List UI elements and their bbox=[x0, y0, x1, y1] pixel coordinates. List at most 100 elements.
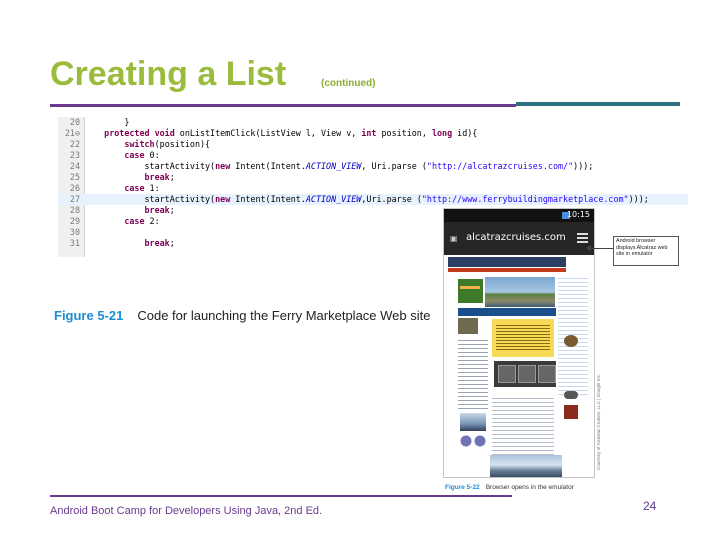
code-token: startActivity( bbox=[84, 161, 216, 171]
code-line: 27 startActivity(new Intent(Intent.ACTIO… bbox=[58, 194, 688, 205]
code-token: ; bbox=[169, 205, 175, 215]
promo-panel-title bbox=[460, 286, 480, 289]
code-token: new bbox=[215, 194, 231, 204]
ferry-photo bbox=[460, 413, 486, 431]
callout-line bbox=[590, 248, 613, 249]
code-token: ))); bbox=[628, 194, 649, 204]
island-photo bbox=[485, 277, 555, 307]
text-column bbox=[458, 337, 488, 411]
code-line: 25 break; bbox=[58, 172, 688, 183]
footer-rule bbox=[50, 495, 512, 497]
code-token: startActivity( bbox=[84, 194, 216, 204]
site-header bbox=[448, 257, 566, 267]
code-line: 26 case 1: bbox=[58, 183, 688, 194]
code-token: break bbox=[144, 205, 170, 215]
code-token: "http://alcatrazcruises.com/" bbox=[426, 161, 574, 171]
menu-icon[interactable] bbox=[577, 233, 588, 244]
title-rule-teal bbox=[516, 102, 680, 106]
video-thumb bbox=[498, 365, 516, 383]
notice-text bbox=[496, 323, 550, 351]
code-token: break bbox=[144, 238, 170, 248]
line-number: 29 bbox=[69, 216, 80, 226]
status-time: 10:15 bbox=[566, 210, 590, 219]
code-line: 22 switch(position){ bbox=[58, 139, 688, 150]
code-token: case bbox=[124, 150, 145, 160]
code-token: case bbox=[124, 216, 145, 226]
code-token: onListItemClick(ListView l, View v, bbox=[174, 128, 362, 138]
code-token: 0: bbox=[144, 150, 160, 160]
code-token: id){ bbox=[452, 128, 478, 138]
code-token: ACTION_VIEW bbox=[305, 194, 362, 204]
figure-number: Figure 5-21 bbox=[54, 308, 124, 323]
slide-title: Creating a List bbox=[50, 55, 287, 93]
promo-panel bbox=[458, 279, 483, 303]
line-number: 25 bbox=[69, 172, 80, 182]
code-token: } bbox=[84, 117, 130, 127]
slide-subtitle: (continued) bbox=[321, 78, 376, 89]
figure-number: Figure 5-22 bbox=[445, 484, 480, 491]
callout-box: Android browser displays Alcatraz web si… bbox=[613, 236, 679, 266]
line-number: 22 bbox=[69, 139, 80, 149]
page-number: 24 bbox=[643, 499, 657, 513]
park-logo bbox=[564, 335, 578, 347]
code-line: 20 } bbox=[58, 117, 688, 128]
code-token: ))); bbox=[573, 161, 594, 171]
line-number: 23 bbox=[69, 150, 80, 160]
code-token: ; bbox=[169, 238, 175, 248]
code-token: ,Uri.parse ( bbox=[361, 194, 422, 204]
badge-logo bbox=[564, 405, 578, 419]
title-rule-purple bbox=[50, 104, 516, 107]
web-page-content bbox=[444, 255, 594, 477]
line-number: 27 bbox=[69, 194, 80, 204]
code-token: break bbox=[144, 172, 170, 182]
code-token: (position){ bbox=[154, 139, 211, 149]
nav-band bbox=[458, 308, 556, 316]
browser-url-bar[interactable]: ▣ alcatrazcruises.com bbox=[444, 222, 594, 255]
figure-text: Code for launching the Ferry Marketplace… bbox=[137, 308, 431, 323]
code-line: 21⊖ protected void onListItemClick(ListV… bbox=[58, 128, 688, 139]
url-text[interactable]: alcatrazcruises.com bbox=[466, 232, 566, 243]
code-line: 23 case 0: bbox=[58, 150, 688, 161]
site-header-band bbox=[448, 268, 566, 272]
page-icon: ▣ bbox=[450, 234, 458, 243]
video-thumb bbox=[518, 365, 536, 383]
line-number: 21⊖ bbox=[64, 128, 80, 138]
figure-text: Browser opens in the emulator bbox=[485, 484, 574, 491]
code-token: long bbox=[431, 128, 453, 138]
code-token: "http://www.ferrybuildingmarketplace.com… bbox=[421, 194, 629, 204]
thumbnail-photo bbox=[458, 318, 478, 334]
code-token: 2: bbox=[144, 216, 160, 226]
code-line: 24 startActivity(new Intent(Intent.ACTIO… bbox=[58, 161, 688, 172]
partner-logo bbox=[564, 391, 578, 399]
code-token: new bbox=[215, 161, 231, 171]
code-token: ; bbox=[169, 172, 175, 182]
code-token: Intent(Intent. bbox=[230, 161, 306, 171]
award-badges bbox=[460, 435, 488, 447]
line-number: 31 bbox=[69, 238, 80, 248]
code-token: int bbox=[361, 128, 377, 138]
code-token: , Uri.parse ( bbox=[361, 161, 427, 171]
line-number: 30 bbox=[69, 227, 80, 237]
status-bar: 10:15 bbox=[444, 209, 594, 222]
code-token: switch bbox=[124, 139, 155, 149]
line-number: 26 bbox=[69, 183, 80, 193]
code-token: position, bbox=[376, 128, 432, 138]
video-thumb bbox=[538, 365, 556, 383]
image-credit: Courtesy of Alcatraz Cruises, LLC | Goog… bbox=[596, 373, 601, 470]
code-token: ACTION_VIEW bbox=[305, 161, 362, 171]
code-token: case bbox=[124, 183, 145, 193]
line-number: 20 bbox=[69, 117, 80, 127]
article-text bbox=[492, 395, 554, 455]
line-number: 24 bbox=[69, 161, 80, 171]
code-token: Intent(Intent. bbox=[230, 194, 306, 204]
footer-text: Android Boot Camp for Developers Using J… bbox=[50, 505, 323, 517]
bridge-photo bbox=[490, 455, 562, 477]
code-token: protected void bbox=[104, 128, 175, 138]
